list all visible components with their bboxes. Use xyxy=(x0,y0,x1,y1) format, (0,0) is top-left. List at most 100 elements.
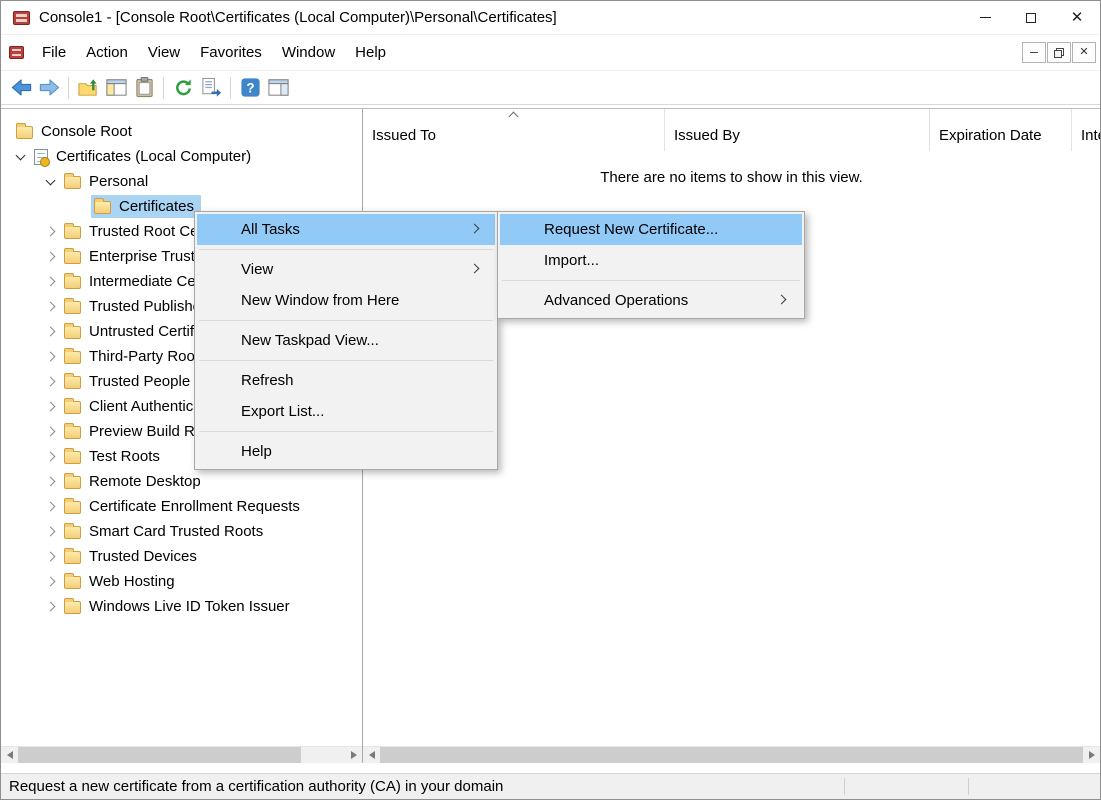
menu-item-help[interactable]: Help xyxy=(197,436,495,467)
column-header-label: Issued By xyxy=(674,127,740,144)
child-close-button[interactable]: ✕ xyxy=(1072,42,1096,63)
column-header-issued-by[interactable]: Issued By xyxy=(665,109,930,151)
tree-item-console-root[interactable]: Console Root xyxy=(1,119,362,144)
tree-item-content: Smart Card Trusted Roots xyxy=(61,520,270,543)
child-restore-button[interactable] xyxy=(1047,42,1071,63)
menu-item-label: Help xyxy=(241,443,272,460)
show-hide-action-pane-button[interactable] xyxy=(264,74,292,102)
list-horizontal-scrollbar[interactable] xyxy=(363,746,1100,763)
column-header-issued-to[interactable]: Issued To xyxy=(363,109,665,151)
folder-icon xyxy=(64,176,81,189)
chevron-closed-icon[interactable] xyxy=(43,373,61,391)
scroll-thumb[interactable] xyxy=(18,747,301,763)
tree-item-certificate-enrollment-requests[interactable]: Certificate Enrollment Requests xyxy=(1,494,362,519)
submenu-arrow-icon xyxy=(470,223,480,233)
close-button[interactable]: ✕ xyxy=(1054,1,1100,34)
menu-item-new-taskpad-view[interactable]: New Taskpad View... xyxy=(197,325,495,356)
tree-item-trusted-devices[interactable]: Trusted Devices xyxy=(1,544,362,569)
column-header-intended-purposes[interactable]: Intended Purposes xyxy=(1072,109,1100,151)
up-level-button[interactable] xyxy=(74,74,102,102)
tree-item-web-hosting[interactable]: Web Hosting xyxy=(1,569,362,594)
back-button[interactable] xyxy=(7,74,35,102)
menubar-item-window[interactable]: Window xyxy=(272,38,345,67)
list-header: Issued To Issued By Expiration DateIntende… xyxy=(363,109,1100,151)
chevron-closed-icon[interactable] xyxy=(43,523,61,541)
status-text: Request a new certificate from a certifi… xyxy=(9,778,503,795)
chevron-open-icon[interactable] xyxy=(13,148,31,166)
tree-item-label: Trusted People xyxy=(87,372,192,391)
tree-item-content: Trusted Devices xyxy=(61,545,204,568)
help-button[interactable]: ? xyxy=(236,74,264,102)
chevron-closed-icon[interactable] xyxy=(43,598,61,616)
menubar-item-favorites[interactable]: Favorites xyxy=(190,38,272,67)
tree-item-label: Certificates (Local Computer) xyxy=(54,147,253,166)
mmc-window: Console1 - [Console Root\Certificates (L… xyxy=(0,0,1101,800)
menu-item-request-new-certificate[interactable]: Request New Certificate... xyxy=(500,214,802,245)
tree-item-content: Trusted People xyxy=(61,370,197,393)
tree-horizontal-scrollbar[interactable] xyxy=(1,746,362,763)
scroll-left-button[interactable] xyxy=(1,747,18,763)
chevron-closed-icon[interactable] xyxy=(43,473,61,491)
folder-icon xyxy=(64,401,81,414)
paste-button[interactable] xyxy=(130,74,158,102)
chevron-closed-icon[interactable] xyxy=(43,448,61,466)
tree-item-label: Console Root xyxy=(39,122,134,141)
scroll-left-button[interactable] xyxy=(363,747,380,763)
chevron-closed-icon[interactable] xyxy=(43,548,61,566)
chevron-closed-icon[interactable] xyxy=(43,498,61,516)
chevron-closed-icon[interactable] xyxy=(43,573,61,591)
tree-item-content: Personal xyxy=(61,170,155,193)
menubar-item-action[interactable]: Action xyxy=(76,38,138,67)
tree-item-content: Certificates (Local Computer) xyxy=(31,145,258,168)
scroll-right-button[interactable] xyxy=(345,747,362,763)
folder-icon xyxy=(64,276,81,289)
menu-item-export-list[interactable]: Export List... xyxy=(197,396,495,427)
menubar-item-help[interactable]: Help xyxy=(345,38,396,67)
menu-item-new-window-from-here[interactable]: New Window from Here xyxy=(197,285,495,316)
tree-item-smart-card-trusted-roots[interactable]: Smart Card Trusted Roots xyxy=(1,519,362,544)
tree-item-certificates-local-computer[interactable]: Certificates (Local Computer) xyxy=(1,144,362,169)
column-header-label: Issued To xyxy=(372,127,436,144)
tree-item-remote-desktop[interactable]: Remote Desktop xyxy=(1,469,362,494)
tree-item-content: Test Roots xyxy=(61,445,167,468)
menu-item-label: New Window from Here xyxy=(241,292,399,309)
chevron-closed-icon[interactable] xyxy=(43,398,61,416)
chevron-closed-icon[interactable] xyxy=(43,223,61,241)
menu-item-label: Request New Certificate... xyxy=(544,221,718,238)
export-list-button[interactable] xyxy=(197,74,225,102)
tree-item-personal[interactable]: Personal xyxy=(1,169,362,194)
tree-item-content: Console Root xyxy=(13,120,139,143)
show-hide-console-tree-button[interactable] xyxy=(102,74,130,102)
menu-separator xyxy=(199,249,493,250)
menubar-item-file[interactable]: File xyxy=(32,38,76,67)
menu-item-refresh[interactable]: Refresh xyxy=(197,365,495,396)
tree-item-content: Certificate Enrollment Requests xyxy=(61,495,307,518)
chevron-closed-icon[interactable] xyxy=(43,423,61,441)
chevron-closed-icon[interactable] xyxy=(43,273,61,291)
tree-item-content: Windows Live ID Token Issuer xyxy=(61,595,297,618)
chevron-closed-icon[interactable] xyxy=(43,298,61,316)
menu-item-view[interactable]: View xyxy=(197,254,495,285)
chevron-open-icon[interactable] xyxy=(43,173,61,191)
menu-item-all-tasks[interactable]: All Tasks xyxy=(197,214,495,245)
tree-item-label: Trusted Devices xyxy=(87,547,199,566)
tree-item-content: Certificates xyxy=(91,195,201,218)
menubar-item-view[interactable]: View xyxy=(138,38,190,67)
scroll-right-button[interactable] xyxy=(1083,747,1100,763)
titlebar[interactable]: Console1 - [Console Root\Certificates (L… xyxy=(1,1,1100,35)
menu-item-import[interactable]: Import... xyxy=(500,245,802,276)
chevron-closed-icon[interactable] xyxy=(43,323,61,341)
tree-item-content: Enterprise Trust xyxy=(61,245,202,268)
forward-button[interactable] xyxy=(35,74,63,102)
chevron-closed-icon[interactable] xyxy=(43,248,61,266)
menu-item-advanced-operations[interactable]: Advanced Operations xyxy=(500,285,802,316)
tree-item-windows-live-id-token-issuer[interactable]: Windows Live ID Token Issuer xyxy=(1,594,362,619)
refresh-button[interactable] xyxy=(169,74,197,102)
column-header-expiration-date[interactable]: Expiration Date xyxy=(930,109,1072,151)
maximize-button[interactable] xyxy=(1008,1,1054,34)
minimize-button[interactable] xyxy=(962,1,1008,34)
scroll-thumb[interactable] xyxy=(380,747,1083,763)
chevron-closed-icon[interactable] xyxy=(43,348,61,366)
child-minimize-button[interactable] xyxy=(1022,42,1046,63)
scroll-right-icon xyxy=(351,751,357,759)
